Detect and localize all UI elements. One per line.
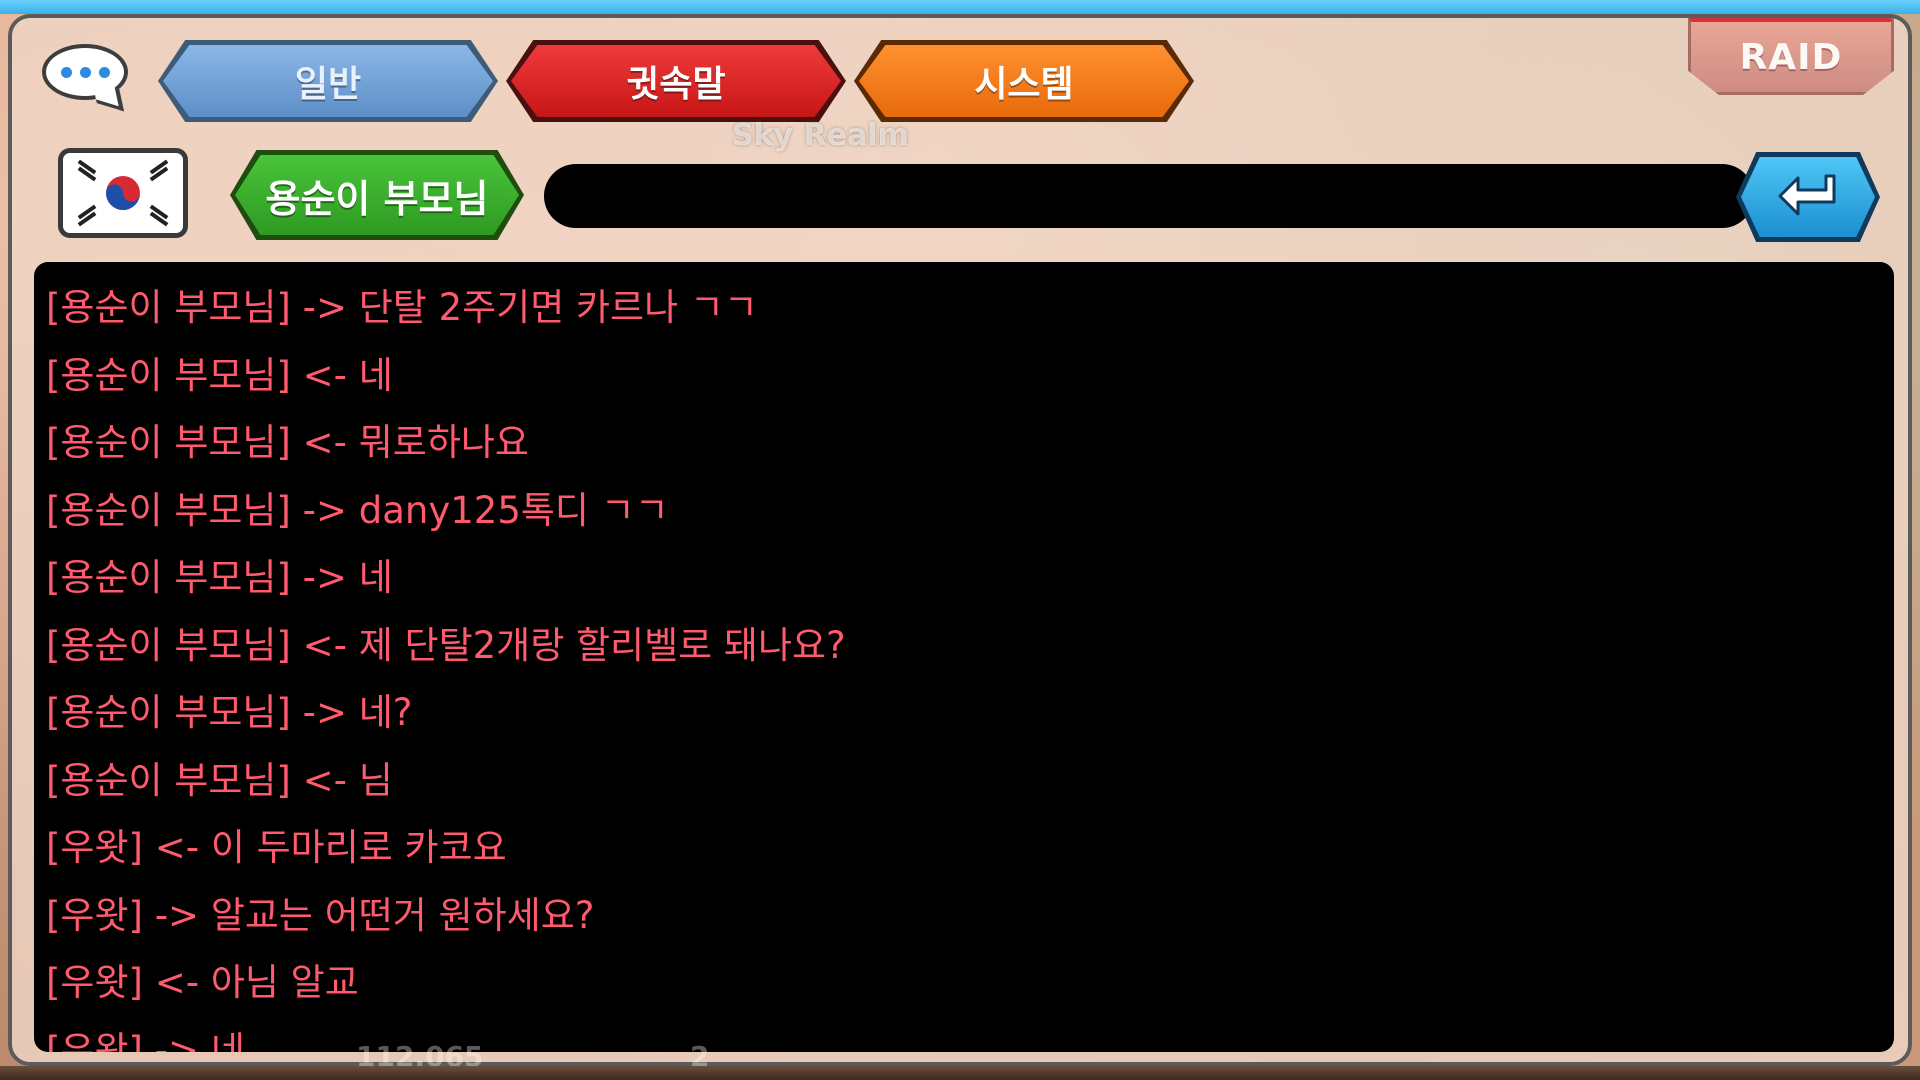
bottom-hud-strip xyxy=(0,1066,1920,1080)
tab-system[interactable]: 시스템 xyxy=(854,40,1194,122)
chat-message: [용순이 부모님] -> 네 xyxy=(46,556,393,599)
chat-log[interactable]: [용순이 부모님] -> 단탈 2주기면 카르나 ㄱㄱ [용순이 부모님] <-… xyxy=(34,262,1894,1052)
tab-whisper-label: 귓속말 xyxy=(626,64,726,105)
chat-panel: 일반 귓속말 시스템 RAID Sky Realm 용순이 부모님 [용순이 부… xyxy=(8,14,1912,1066)
chat-input[interactable] xyxy=(544,164,1754,228)
tab-system-label: 시스템 xyxy=(974,64,1074,105)
chat-message: [용순이 부모님] <- 님 xyxy=(46,758,393,802)
chat-message: [용순이 부모님] -> dany125톡디 ㄱㄱ xyxy=(46,488,669,532)
background-sky-realm-text: Sky Realm xyxy=(732,118,909,153)
recipient-label: 용순이 부모님 xyxy=(265,176,489,221)
tab-general-label: 일반 xyxy=(294,64,362,105)
tab-general[interactable]: 일반 xyxy=(158,40,498,122)
chat-message: [우왓] <- 이 두마리로 카코요 xyxy=(46,826,507,869)
tab-whisper[interactable]: 귓속말 xyxy=(506,40,846,122)
chat-message: [우왓] <- 아님 알교 xyxy=(46,961,359,1004)
speech-bubble-icon[interactable] xyxy=(42,44,128,100)
chat-message: [우왓] -> 네 xyxy=(46,1028,245,1053)
chat-message: [용순이 부모님] <- 제 단탈2개랑 할리벨로 돼나요? xyxy=(46,623,846,667)
chat-message: [용순이 부모님] <- 뭐로하나요 xyxy=(46,421,529,464)
chat-message: [용순이 부모님] <- 네 xyxy=(46,353,393,397)
recipient-button[interactable]: 용순이 부모님 xyxy=(230,150,524,240)
chat-message: [우왓] -> 알교는 어떤거 원하세요? xyxy=(46,893,595,937)
top-strip xyxy=(0,0,1920,14)
send-button[interactable] xyxy=(1736,152,1880,242)
chat-message: [용순이 부모님] -> 단탈 2주기면 카르나 ㄱㄱ xyxy=(46,286,758,329)
korea-flag-icon[interactable] xyxy=(58,148,188,238)
raid-button[interactable]: RAID xyxy=(1688,18,1894,95)
chat-message: [용순이 부모님] -> 네? xyxy=(46,691,413,734)
enter-return-icon xyxy=(1778,174,1836,216)
